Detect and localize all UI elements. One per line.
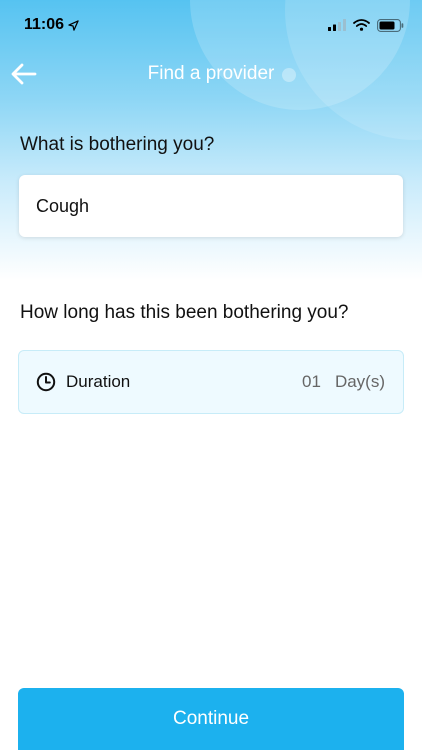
continue-button-label: Continue — [172, 708, 250, 729]
nav-bar: Find a provider — [0, 50, 422, 98]
status-time: 11:06 — [24, 16, 79, 34]
symptom-question: What is bothering you? — [20, 134, 215, 155]
status-icons — [328, 18, 404, 32]
cellular-signal-icon — [328, 19, 346, 31]
battery-icon — [377, 18, 404, 32]
clock-icon — [36, 372, 56, 392]
status-time-text: 11:06 — [24, 16, 65, 33]
location-arrow-icon — [68, 19, 79, 31]
wifi-icon — [353, 19, 370, 31]
back-arrow-icon — [11, 63, 37, 85]
symptom-input-value: Cough — [36, 195, 90, 216]
back-button[interactable] — [8, 58, 40, 90]
duration-unit: Day(s) — [334, 372, 385, 391]
duration-label: Duration — [66, 372, 131, 391]
symptom-input[interactable]: Cough — [19, 175, 403, 237]
page-title: Find a provider — [147, 63, 275, 84]
duration-question: How long has this been bothering you? — [20, 302, 349, 323]
duration-selector[interactable]: Duration 01 Day(s) — [18, 350, 404, 414]
continue-button[interactable]: Continue — [18, 688, 404, 750]
duration-value: 01 Day(s) — [302, 372, 385, 392]
duration-amount: 01 — [302, 372, 321, 391]
status-bar: 11:06 — [0, 0, 422, 50]
